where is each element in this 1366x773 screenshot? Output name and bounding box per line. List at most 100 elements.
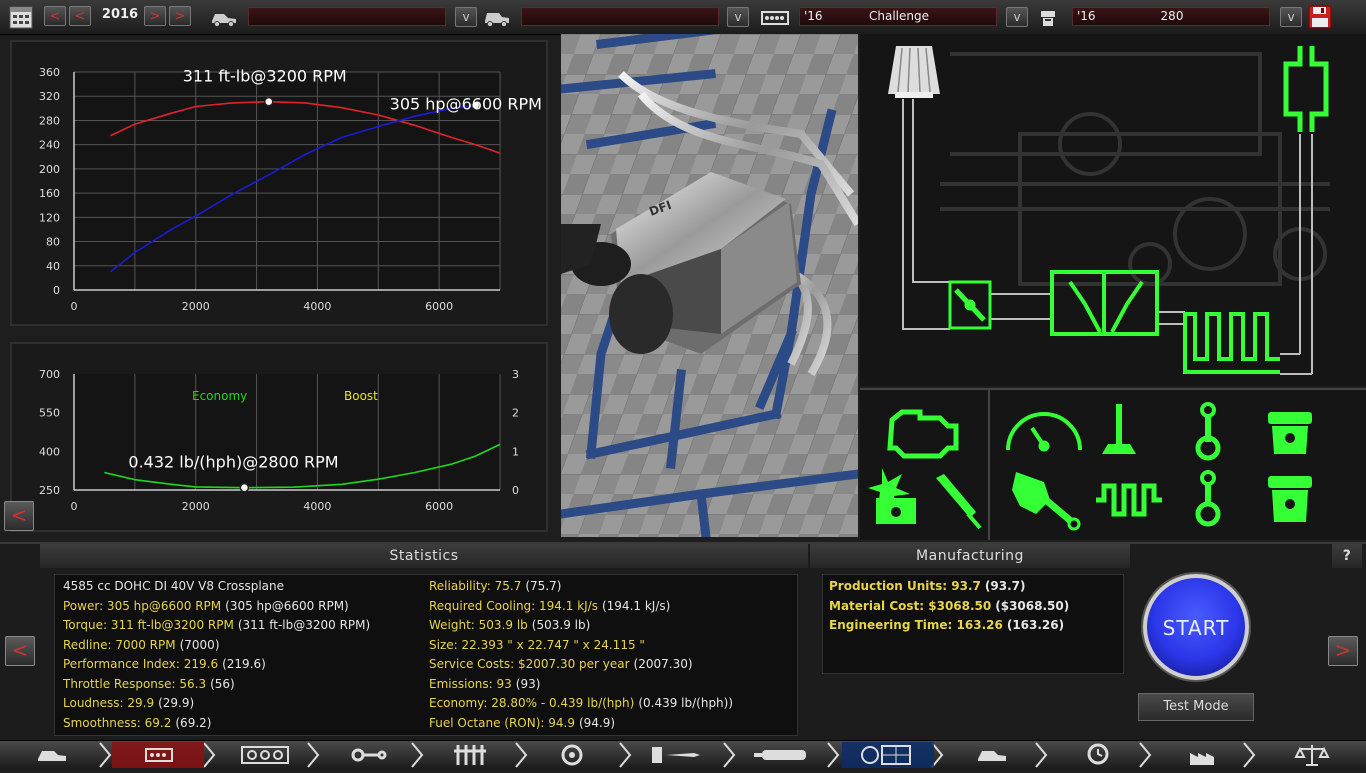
conrod-icon[interactable]	[1195, 402, 1221, 461]
tab-engine-family-icon[interactable]	[112, 741, 208, 769]
exhaust-muffler-icon[interactable]	[1283, 46, 1329, 132]
tab-balance-icon[interactable]	[1264, 741, 1360, 769]
check-engine-icon[interactable]	[887, 409, 959, 459]
y2-tick-label: 3	[512, 368, 519, 381]
x-tick-label: 2000	[182, 500, 210, 513]
engine-schematic-panel	[860, 34, 1366, 386]
tab-bottom-end-icon[interactable]	[320, 741, 416, 769]
parts-divider	[988, 390, 990, 540]
tab-block-icon[interactable]	[216, 741, 312, 769]
torque-peak-annotation: 311 ft-lb@3200 RPM	[183, 67, 347, 86]
engine-damage-icon[interactable]	[868, 468, 916, 524]
year-forward-button[interactable]: >	[144, 6, 166, 26]
y-tick-label: 120	[39, 211, 60, 224]
engine-3d-view[interactable]: DFI	[561, 34, 858, 537]
torque-peak-marker	[263, 96, 274, 107]
wrench-hand-icon[interactable]	[1012, 472, 1081, 531]
stat-label: Required Cooling: 194.1 kJ/s	[429, 598, 598, 613]
help-button[interactable]: ?	[1332, 544, 1362, 568]
power-peak-annotation: 305 hp@6600 RPM	[390, 94, 542, 113]
stat-label: Power: 305 hp@6600 RPM	[63, 598, 222, 613]
y-tick-label: 320	[39, 90, 60, 103]
headers-icon[interactable]	[1183, 312, 1280, 374]
y-tick-label: 40	[46, 260, 60, 273]
statistics-back-button[interactable]: <	[5, 636, 35, 666]
car-family-dropdown[interactable]: v	[455, 7, 477, 27]
stat-row: Service Costs: $2007.30 per year (2007.30…	[429, 657, 693, 671]
year-back-fast-button[interactable]: <	[44, 6, 66, 26]
engine-variant-field[interactable]: '16 280	[1072, 7, 1270, 26]
bottom-tab-bar	[0, 740, 1366, 769]
tab-car-icon[interactable]	[0, 741, 96, 769]
piston-icon[interactable]	[1268, 476, 1312, 522]
stat-value: (311 ft-lb@3200 RPM)	[237, 618, 371, 632]
manufacturing-header: Manufacturing	[810, 544, 1130, 568]
gauge-icon[interactable]	[1006, 412, 1082, 452]
car-family-field[interactable]	[248, 7, 446, 26]
stat-row: Production Units: 93.7 (93.7)	[829, 579, 1025, 593]
y-tick-label: 400	[39, 445, 60, 458]
crankshaft-icon[interactable]	[1096, 483, 1162, 517]
y-tick-label: 250	[39, 484, 60, 497]
engine-family-icon	[760, 9, 790, 27]
stat-row: Engineering Time: 163.26 (163.26)	[829, 618, 1064, 632]
engine-variant-dropdown[interactable]: v	[1280, 7, 1302, 27]
stat-label: Economy: 28.80% - 0.439 lb/(hph)	[429, 696, 635, 710]
tab-test-car-icon[interactable]	[944, 741, 1040, 769]
stat-value: (305 hp@6600 RPM)	[225, 598, 349, 613]
valve-icon[interactable]	[1102, 404, 1136, 454]
start-button[interactable]: START	[1143, 574, 1249, 680]
economy-best-marker	[239, 482, 250, 493]
y-tick-label: 200	[39, 163, 60, 176]
tab-fuel-icon[interactable]	[632, 741, 728, 769]
spark-plug-icon[interactable]	[936, 474, 982, 530]
stat-label: Throttle Response: 56.3	[63, 676, 207, 691]
conrod-icon[interactable]	[1195, 470, 1221, 527]
calendar-icon[interactable]	[8, 4, 34, 30]
engine-family-dropdown[interactable]: v	[1006, 7, 1028, 27]
stat-value: (7000)	[179, 637, 220, 652]
statistics-header: Statistics	[40, 544, 808, 568]
tab-exhaust-icon[interactable]	[736, 741, 832, 769]
test-mode-button[interactable]: Test Mode	[1138, 693, 1254, 721]
stat-label: Engineering Time: 163.26	[829, 618, 1003, 632]
tab-factory-icon[interactable]	[1152, 741, 1248, 769]
stat-row: Reliability: 75.7 (75.7)	[429, 579, 561, 593]
charts-back-button[interactable]: <	[4, 501, 34, 531]
throttle-body-icon[interactable]	[948, 280, 992, 330]
stat-label: Weight: 503.9 lb	[429, 618, 528, 632]
car-variant-dropdown[interactable]: v	[727, 7, 749, 27]
stat-row: Economy: 28.80% - 0.439 lb/(hph) (0.439 l…	[429, 696, 733, 710]
tab-top-end-icon[interactable]	[424, 741, 520, 769]
stat-row: Required Cooling: 194.1 kJ/s (194.1 kJ/s)	[429, 599, 670, 613]
x-tick-label: 6000	[425, 300, 453, 313]
year-forward-fast-button[interactable]: >	[169, 6, 191, 26]
engine-variant-icon	[1038, 8, 1058, 28]
stat-label: Service Costs: $2007.30 per year	[429, 657, 630, 671]
tab-tuning-icon[interactable]	[842, 741, 938, 769]
air-filter-icon[interactable]	[888, 46, 940, 98]
y-tick-label: 280	[39, 114, 60, 127]
x-tick-label: 4000	[303, 500, 331, 513]
stat-value: (69.2)	[175, 715, 212, 730]
y-tick-label: 0	[53, 284, 60, 297]
car-variant-field[interactable]	[521, 7, 719, 26]
tab-aspiration-icon[interactable]	[528, 741, 624, 769]
stat-row: Smoothness: 69.2 (69.2)	[63, 716, 211, 730]
stat-value: (94.9)	[579, 715, 616, 730]
legend-economy: Economy	[192, 389, 247, 403]
stat-value: (29.9)	[158, 696, 195, 710]
engine-family-field[interactable]: '16 Challenge	[799, 7, 997, 26]
year-back-button[interactable]: <	[69, 6, 91, 26]
statistics-forward-button[interactable]: >	[1328, 636, 1358, 666]
parts-icon-panel	[860, 388, 1366, 540]
piston-icon[interactable]	[1268, 412, 1312, 454]
x-tick-label: 6000	[425, 500, 453, 513]
car-variant-icon	[483, 9, 511, 27]
engine-variant-name: 280	[1160, 9, 1184, 23]
tab-engineer-icon[interactable]	[1048, 741, 1144, 769]
legend-boost: Boost	[344, 389, 378, 403]
stat-row: Torque: 311 ft-lb@3200 RPM (311 ft-lb@320…	[63, 618, 370, 632]
stat-row: Loudness: 29.9 (29.9)	[63, 696, 194, 710]
save-icon[interactable]	[1308, 5, 1332, 29]
